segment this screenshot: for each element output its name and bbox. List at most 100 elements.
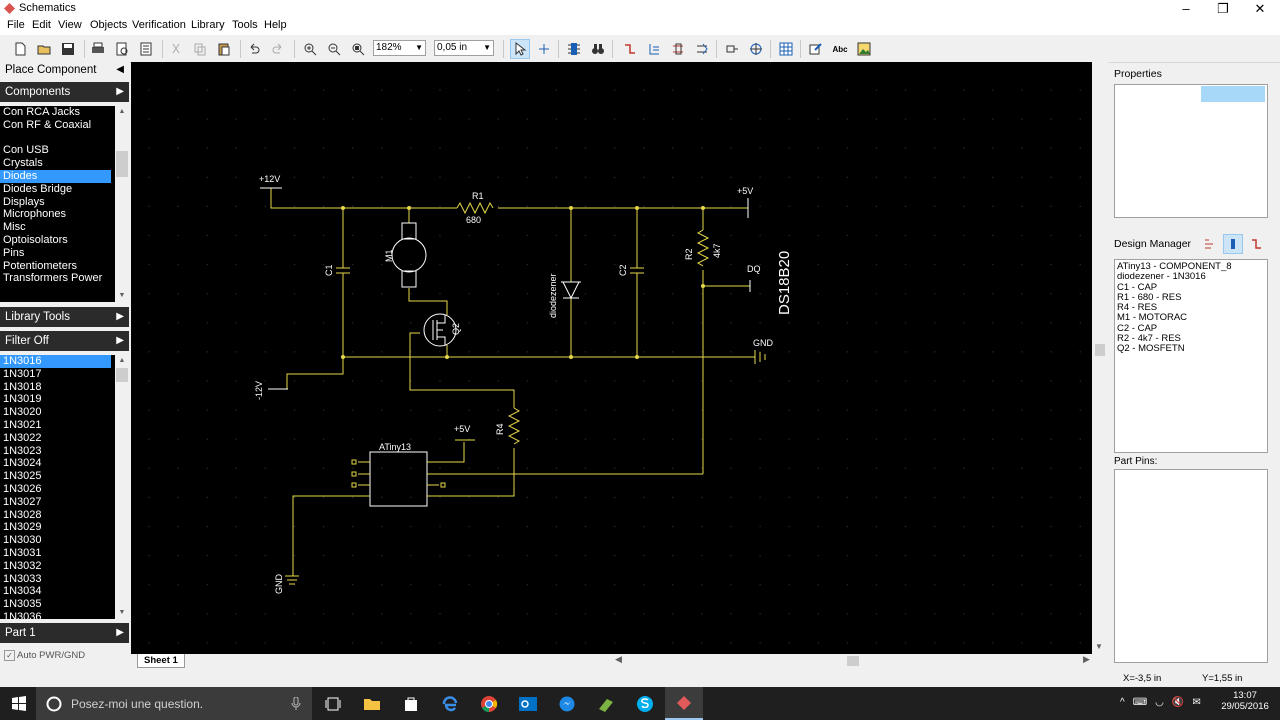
schematics-app-icon[interactable] [665, 687, 703, 720]
open-folder-icon[interactable] [34, 39, 54, 59]
save-icon[interactable] [58, 39, 78, 59]
part-item[interactable]: 1N3023 [0, 445, 111, 458]
menu-edit[interactable]: Edit [28, 19, 55, 31]
cut-icon[interactable] [166, 39, 186, 59]
page-setup-icon[interactable] [136, 39, 156, 59]
category-item[interactable]: Microphones [0, 208, 111, 221]
category-item[interactable]: Crystals [0, 157, 111, 170]
component-view-icon[interactable] [1223, 234, 1243, 254]
notification-icon[interactable]: ✉ [1192, 697, 1200, 708]
part-item[interactable]: 1N3035 [0, 598, 111, 611]
menu-verification[interactable]: Verification [128, 19, 190, 31]
category-list[interactable]: Con RCA Jacks Con RF & Coaxial Con USB Crys… [0, 106, 129, 302]
port-icon[interactable] [692, 39, 712, 59]
category-item[interactable]: Potentiometers [0, 260, 111, 273]
file-explorer-icon[interactable] [353, 687, 391, 720]
part-item[interactable]: 1N3036 [0, 611, 111, 619]
redo-icon[interactable] [268, 39, 288, 59]
zoom-select[interactable]: 182% ▼ [373, 40, 426, 56]
grid-select[interactable]: 0,05 in ▼ [434, 40, 494, 56]
clock[interactable]: 13:07 29/05/2016 [1220, 690, 1270, 712]
category-item[interactable]: Transformers Power [0, 272, 111, 285]
part-item[interactable]: 1N3026 [0, 483, 111, 496]
wifi-icon[interactable]: ◡ [1155, 697, 1164, 708]
scroll-down-icon[interactable]: ▼ [115, 607, 129, 619]
image-icon[interactable] [854, 39, 874, 59]
junction-icon[interactable] [746, 39, 766, 59]
copy-icon[interactable] [190, 39, 210, 59]
messenger-icon[interactable] [548, 687, 586, 720]
table-icon[interactable] [776, 39, 796, 59]
category-item[interactable]: Con USB [0, 144, 111, 157]
hscroll-thumb[interactable] [847, 656, 859, 666]
zoom-in-icon[interactable] [300, 39, 320, 59]
scroll-thumb[interactable] [1095, 344, 1105, 356]
part-scrollbar[interactable]: ▲ ▼ [115, 355, 129, 619]
part-item[interactable]: 1N3016 [0, 355, 111, 368]
menu-help[interactable]: Help [260, 19, 291, 31]
design-manager-item[interactable]: Q2 - MOSFETN [1115, 344, 1267, 355]
category-item[interactable]: Misc [0, 221, 111, 234]
part-item[interactable]: 1N3032 [0, 560, 111, 573]
pcb-app-icon[interactable] [587, 687, 625, 720]
print-preview-icon[interactable] [112, 39, 132, 59]
chevron-up-icon[interactable]: ^ [1120, 697, 1125, 708]
part-item[interactable]: 1N3017 [0, 368, 111, 381]
minimize-button[interactable]: – [1168, 0, 1204, 18]
chrome-icon[interactable] [470, 687, 508, 720]
part-pins-panel[interactable] [1114, 469, 1268, 663]
edit-text-icon[interactable] [806, 39, 826, 59]
category-item[interactable]: Con RF & Coaxial [0, 119, 111, 132]
sheet-tab[interactable]: Sheet 1 [137, 654, 185, 668]
microphone-icon[interactable] [291, 697, 301, 711]
schematic-drawing[interactable]: +12V +5V +5V GND R1 680 DQ ATiny13 -12V … [131, 62, 1092, 654]
part-item[interactable]: 1N3033 [0, 573, 111, 586]
scroll-thumb[interactable] [116, 151, 128, 177]
volume-muted-icon[interactable]: 🔇 [1172, 697, 1184, 708]
scroll-thumb[interactable] [116, 368, 128, 382]
category-item[interactable]: Displays [0, 196, 111, 209]
taskbar-search[interactable]: Posez-moi une question. [36, 687, 312, 720]
component-icon[interactable] [564, 39, 584, 59]
auto-pwr-checkbox[interactable]: ✓ Auto PWR/GND [4, 650, 85, 661]
find-binoculars-icon[interactable] [588, 39, 608, 59]
edge-icon[interactable] [431, 687, 469, 720]
menu-objects[interactable]: Objects [86, 19, 131, 31]
skype-icon[interactable] [626, 687, 664, 720]
part-item[interactable]: 1N3022 [0, 432, 111, 445]
zoom-fit-icon[interactable] [348, 39, 368, 59]
property-value-cell[interactable] [1201, 86, 1265, 102]
part-item[interactable]: 1N3034 [0, 585, 111, 598]
part-item[interactable]: 1N3019 [0, 393, 111, 406]
text-abc-icon[interactable]: Abc [830, 39, 850, 59]
net-view-icon[interactable] [1250, 238, 1262, 253]
category-item[interactable]: Diodes [0, 169, 111, 183]
power-port-icon[interactable] [722, 39, 742, 59]
menu-tools[interactable]: Tools [228, 19, 262, 31]
menu-file[interactable]: File [3, 19, 29, 31]
category-item[interactable] [0, 132, 111, 145]
part-item[interactable]: 1N3027 [0, 496, 111, 509]
cross-cursor-icon[interactable] [534, 39, 554, 59]
category-scrollbar[interactable]: ▲ ▼ [115, 106, 129, 302]
part-item[interactable]: 1N3031 [0, 547, 111, 560]
restore-button[interactable]: ❐ [1205, 0, 1241, 18]
outlook-icon[interactable] [509, 687, 547, 720]
scroll-left-icon[interactable]: ◀ [615, 654, 622, 665]
part-item[interactable]: 1N3030 [0, 534, 111, 547]
undo-icon[interactable] [244, 39, 264, 59]
zoom-out-icon[interactable] [324, 39, 344, 59]
design-manager-list[interactable]: ATiny13 - COMPONENT_8 diodezener - 1N3016… [1114, 259, 1268, 453]
filter-header[interactable]: Filter Off ▶ [0, 331, 129, 351]
library-tools-header[interactable]: Library Tools ▶ [0, 307, 129, 327]
components-header[interactable]: Components ▶ [0, 82, 129, 102]
collapse-left-icon[interactable]: ◀ [116, 62, 124, 78]
keyboard-icon[interactable]: ⌨ [1133, 697, 1147, 708]
store-icon[interactable] [392, 687, 430, 720]
category-item[interactable]: Con RCA Jacks [0, 106, 111, 119]
new-file-icon[interactable] [10, 39, 30, 59]
scroll-up-icon[interactable]: ▲ [115, 106, 129, 118]
canvas-vertical-scrollbar[interactable]: ▼ [1092, 62, 1108, 654]
part-list[interactable]: 1N3016 1N3017 1N3018 1N3019 1N3020 1N3021 1N30… [0, 355, 129, 619]
windows-start-icon[interactable] [0, 687, 38, 720]
